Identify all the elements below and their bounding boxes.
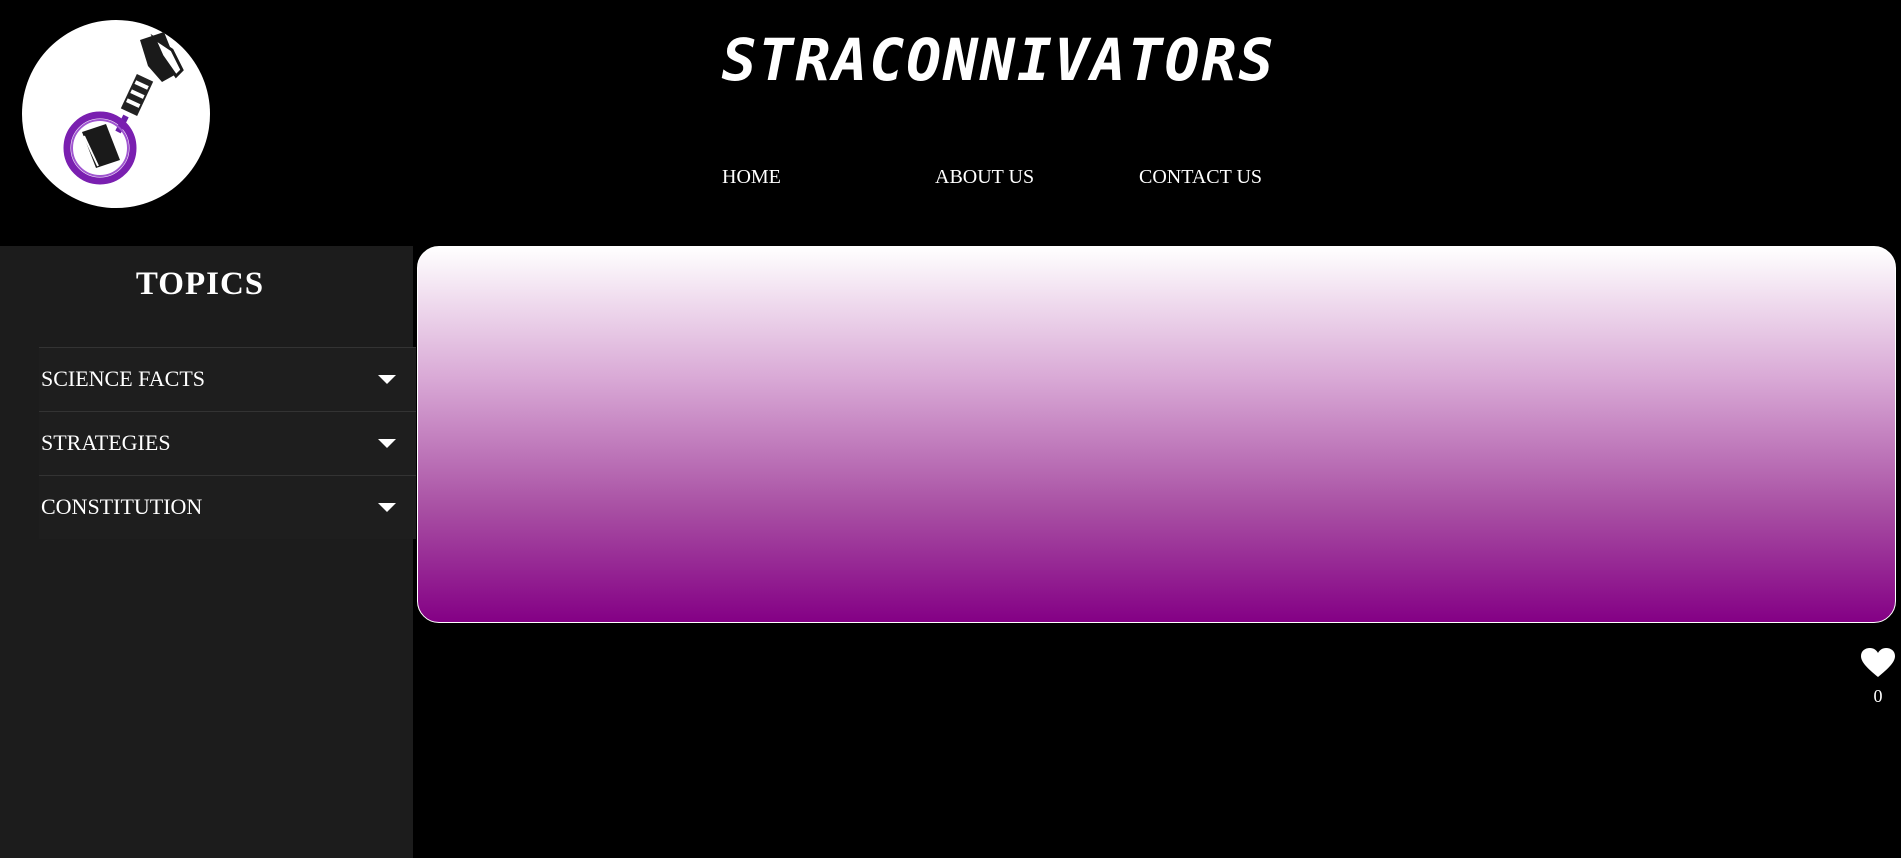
caret-down-icon[interactable] — [378, 503, 396, 512]
site-title: STRACONNIVATORS — [721, 26, 1276, 94]
topic-item-constitution[interactable]: CONSTITUTION — [39, 475, 416, 539]
hero-banner — [417, 246, 1896, 623]
caret-down-icon[interactable] — [378, 375, 396, 384]
topics-heading: TOPICS — [135, 266, 265, 302]
caret-down-icon[interactable] — [378, 439, 396, 448]
nav-about-us-link[interactable]: ABOUT US — [935, 166, 1034, 189]
topic-label: STRATEGIES — [41, 430, 171, 455]
like-button[interactable] — [1861, 648, 1895, 678]
like-count: 0 — [1873, 686, 1883, 706]
topic-label: CONSTITUTION — [41, 494, 203, 519]
heart-icon — [1861, 648, 1895, 677]
nav-home-link[interactable]: HOME — [722, 166, 781, 189]
topic-list: SCIENCE FACTS STRATEGIES CONSTITUTION — [39, 347, 416, 539]
topic-item-science-facts[interactable]: SCIENCE FACTS — [39, 347, 416, 411]
topics-sidebar: TOPICS SCIENCE FACTS STRATEGIES CONSTITU… — [0, 246, 416, 858]
nav-contact-us-link[interactable]: CONTACT US — [1139, 166, 1262, 189]
topic-item-strategies[interactable]: STRATEGIES — [39, 411, 416, 475]
topic-label: SCIENCE FACTS — [41, 366, 206, 391]
